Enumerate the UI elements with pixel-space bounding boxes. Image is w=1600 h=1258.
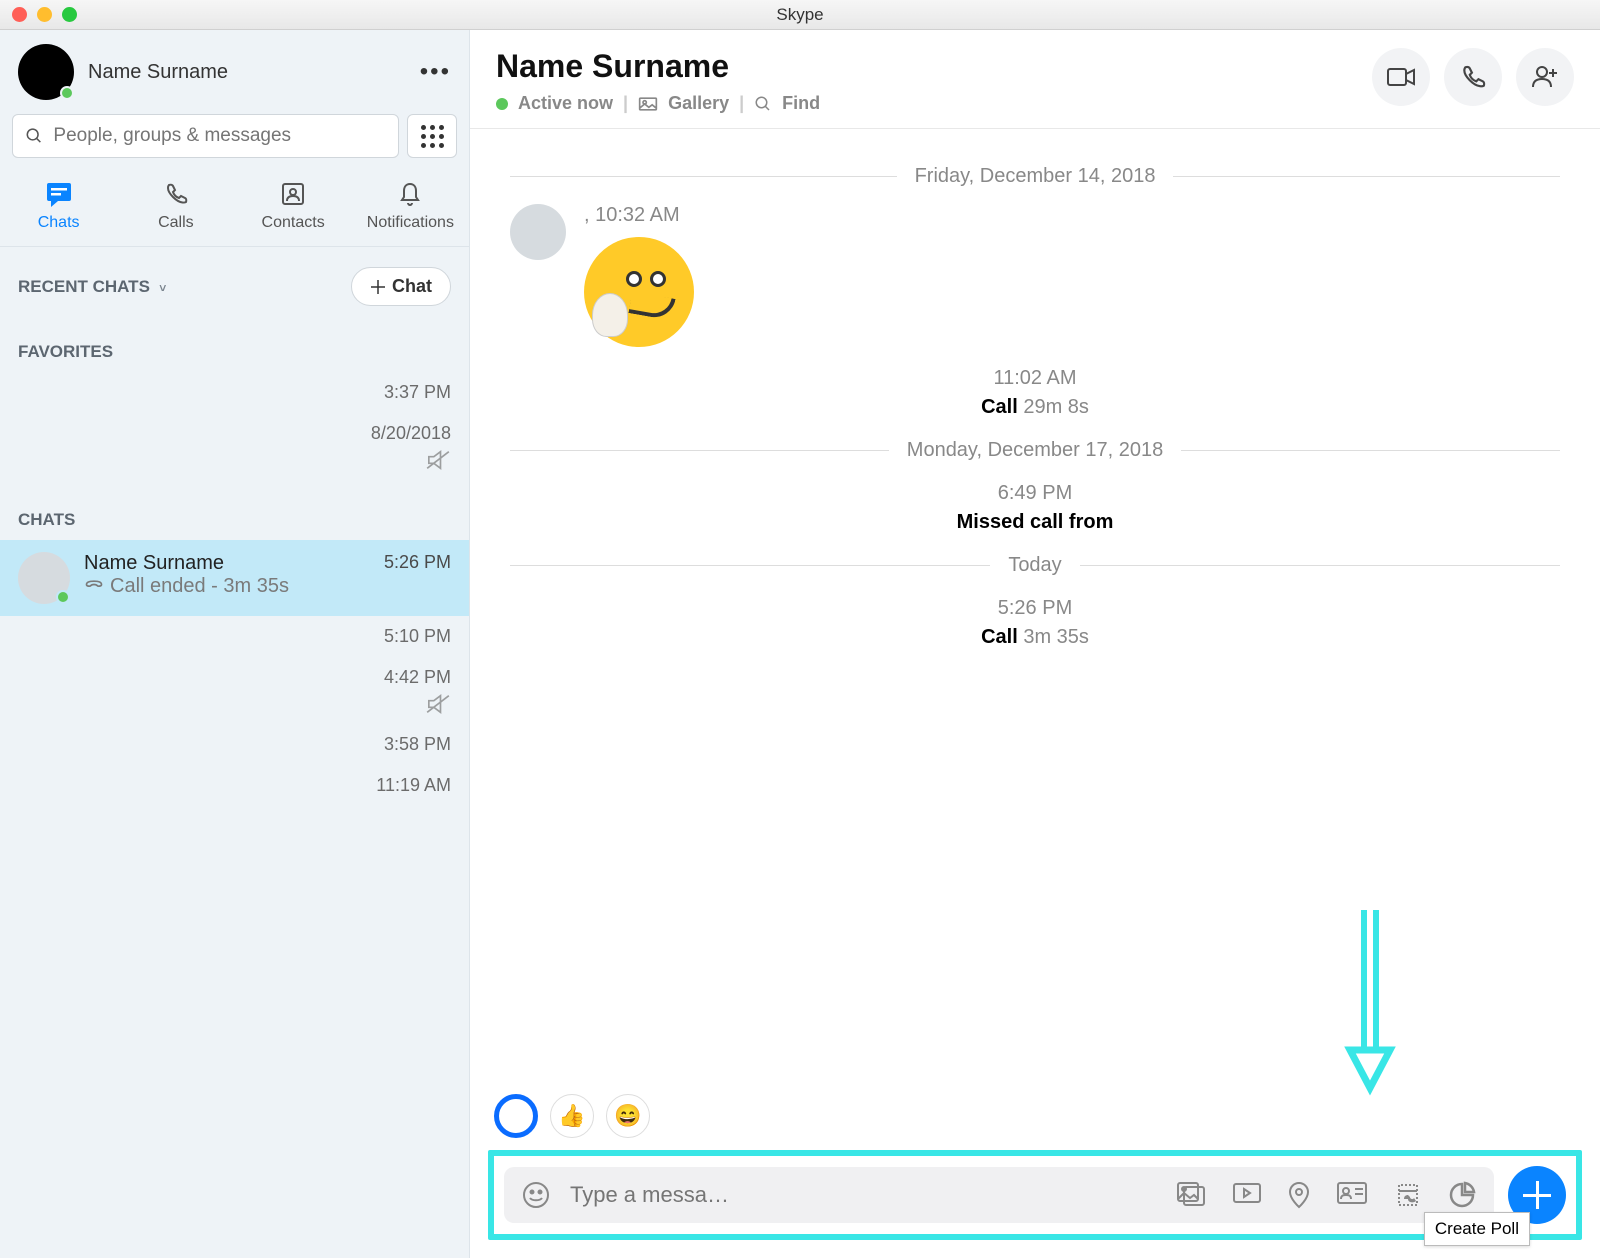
mute-icon: [425, 450, 451, 470]
more-icon[interactable]: •••: [420, 58, 451, 86]
presence-dot-icon: [496, 98, 508, 110]
chat-icon: [0, 180, 117, 208]
list-item[interactable]: 5:10 PM: [0, 616, 469, 657]
search-icon: [754, 95, 772, 113]
list-item[interactable]: 8/20/2018: [0, 413, 469, 480]
chat-subtitle: Call ended - 3m 35s: [84, 575, 451, 598]
schedule-call-button[interactable]: [1394, 1181, 1422, 1209]
chats-header: CHATS: [0, 480, 469, 540]
profile-row[interactable]: Name Surname •••: [0, 30, 469, 114]
smile-reaction-button[interactable]: 😄: [606, 1094, 650, 1138]
dialpad-icon: [421, 125, 444, 148]
video-call-button[interactable]: [1372, 48, 1430, 106]
call-event: 11:02 AM Call 29m 8s: [510, 367, 1560, 419]
titlebar: Skype: [0, 0, 1600, 30]
attach-video-message-button[interactable]: [1232, 1181, 1262, 1209]
window-controls: [0, 7, 77, 22]
tab-notifications[interactable]: Notifications: [352, 170, 469, 246]
nav-tabs: Chats Calls Contacts Notifications: [0, 170, 469, 247]
date-divider: Friday, December 14, 2018: [510, 165, 1560, 188]
tooltip: Create Poll: [1424, 1212, 1530, 1246]
maximize-window-button[interactable]: [62, 7, 77, 22]
avatar: [18, 552, 70, 604]
bell-icon: [352, 180, 469, 208]
date-divider: Monday, December 17, 2018: [510, 439, 1560, 462]
minimize-window-button[interactable]: [37, 7, 52, 22]
mute-icon: [425, 694, 451, 714]
side-list[interactable]: 3:37 PM 8/20/2018 CHATS Name Surname 5:2…: [0, 372, 469, 1258]
tab-label: Calls: [117, 214, 234, 232]
status-text: Active now: [518, 93, 613, 114]
new-chat-button[interactable]: Chat: [351, 267, 451, 306]
tab-label: Contacts: [235, 214, 352, 232]
list-item[interactable]: 4:42 PM: [0, 657, 469, 724]
tab-calls[interactable]: Calls: [117, 170, 234, 246]
close-window-button[interactable]: [12, 7, 27, 22]
chat-item[interactable]: Name Surname 5:26 PM Call ended - 3m 35s: [0, 540, 469, 616]
attach-file-button[interactable]: [1176, 1181, 1206, 1209]
plus-icon: [370, 279, 386, 295]
call-event: 5:26 PM Call 3m 35s: [510, 597, 1560, 649]
presence-dot-icon: [56, 590, 70, 604]
add-person-icon: [1531, 65, 1559, 89]
message-time: , 10:32 AM: [584, 204, 694, 227]
presence-dot-icon: [60, 86, 74, 100]
missed-call-event: 6:49 PM Missed call from: [510, 482, 1560, 534]
phone-icon: [1460, 64, 1486, 90]
video-icon: [1386, 66, 1416, 88]
tab-label: Notifications: [352, 214, 469, 232]
message-list[interactable]: Friday, December 14, 2018 , 10:32 AM 11:…: [470, 129, 1600, 1080]
main-conversation: Name Surname Active now | Gallery | Find: [470, 30, 1600, 1258]
composer-area: 👍 😄: [470, 1080, 1600, 1258]
message: , 10:32 AM: [510, 204, 1560, 347]
contact-name: Name Surname: [496, 48, 820, 85]
tab-chats[interactable]: Chats: [0, 170, 117, 246]
avatar: [510, 204, 566, 260]
annotation-highlight: [488, 1150, 1582, 1240]
conversation-header: Name Surname Active now | Gallery | Find: [470, 30, 1600, 129]
list-item[interactable]: 3:58 PM: [0, 724, 469, 765]
wave-emoji-icon: [584, 237, 694, 347]
list-item[interactable]: 3:37 PM: [0, 372, 469, 413]
emoji-picker-button[interactable]: [522, 1181, 550, 1209]
gallery-link[interactable]: Gallery: [668, 93, 729, 114]
phone-small-icon: [84, 579, 104, 595]
favorites-header: FAVORITES: [0, 316, 469, 372]
date-divider: Today: [510, 554, 1560, 577]
message-input[interactable]: [570, 1182, 1156, 1208]
find-link[interactable]: Find: [782, 93, 820, 114]
chat-time: 5:26 PM: [384, 552, 451, 575]
contacts-icon: [235, 180, 352, 208]
tab-contacts[interactable]: Contacts: [235, 170, 352, 246]
dialpad-button[interactable]: [407, 114, 457, 158]
attach-location-button[interactable]: [1288, 1181, 1310, 1209]
composer: [504, 1167, 1494, 1223]
window-title: Skype: [776, 5, 823, 25]
self-name: Name Surname: [88, 61, 406, 84]
cortana-button[interactable]: [494, 1094, 538, 1138]
gallery-icon: [638, 96, 658, 112]
phone-icon: [117, 180, 234, 208]
self-avatar[interactable]: [18, 44, 74, 100]
search-box[interactable]: [12, 114, 399, 158]
audio-call-button[interactable]: [1444, 48, 1502, 106]
create-poll-button[interactable]: [1448, 1181, 1476, 1209]
tab-label: Chats: [0, 214, 117, 232]
recent-chats-header[interactable]: RECENT CHATS ˅ Chat: [0, 247, 469, 316]
list-item[interactable]: 11:19 AM: [0, 765, 469, 806]
sidebar: Name Surname ••• Chats Calls: [0, 30, 470, 1258]
chevron-down-icon: ˅: [156, 281, 166, 295]
attach-contact-button[interactable]: [1336, 1181, 1368, 1209]
chat-name: Name Surname: [84, 552, 224, 575]
search-input[interactable]: [53, 125, 386, 147]
search-icon: [25, 126, 43, 146]
thumbs-up-reaction-button[interactable]: 👍: [550, 1094, 594, 1138]
add-participant-button[interactable]: [1516, 48, 1574, 106]
